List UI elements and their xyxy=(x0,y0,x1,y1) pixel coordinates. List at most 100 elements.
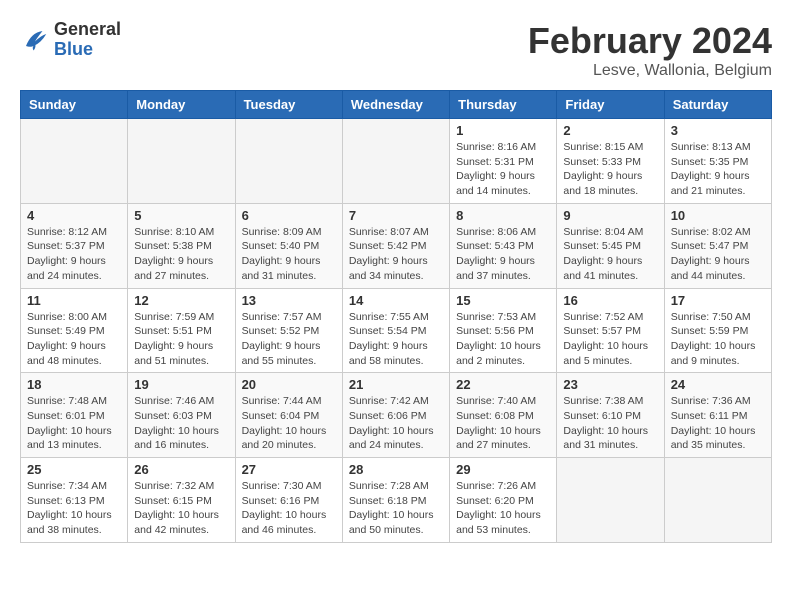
day-info: Sunrise: 7:32 AM Sunset: 6:15 PM Dayligh… xyxy=(134,479,228,538)
day-info: Sunrise: 7:38 AM Sunset: 6:10 PM Dayligh… xyxy=(563,394,657,453)
day-info: Sunrise: 8:06 AM Sunset: 5:43 PM Dayligh… xyxy=(456,225,550,284)
calendar-cell: 11Sunrise: 8:00 AM Sunset: 5:49 PM Dayli… xyxy=(21,288,128,373)
calendar-cell xyxy=(342,119,449,204)
calendar-cell: 2 Sunrise: 8:15 AM Sunset: 5:33 PM Daylig… xyxy=(557,119,664,204)
logo-text: General Blue xyxy=(54,20,121,60)
day-info: Sunrise: 7:30 AM Sunset: 6:16 PM Dayligh… xyxy=(242,479,336,538)
calendar-cell: 7Sunrise: 8:07 AM Sunset: 5:42 PM Daylig… xyxy=(342,203,449,288)
day-info: Sunrise: 7:52 AM Sunset: 5:57 PM Dayligh… xyxy=(563,310,657,369)
calendar-cell: 18 Sunrise: 7:48 AM Sunset: 6:01 PM Dayli… xyxy=(21,373,128,458)
location-subtitle: Lesve, Wallonia, Belgium xyxy=(528,62,772,80)
weekday-header-sunday: Sunday xyxy=(21,91,128,119)
day-number: 28 xyxy=(349,462,443,477)
day-info: Sunrise: 7:53 AM Sunset: 5:56 PM Dayligh… xyxy=(456,310,550,369)
calendar-cell: 1 Sunrise: 8:16 AM Sunset: 5:31 PM Daylig… xyxy=(450,119,557,204)
calendar-cell xyxy=(128,119,235,204)
day-number: 25 xyxy=(27,462,121,477)
calendar-cell: 4 Sunrise: 8:12 AM Sunset: 5:37 PM Daylig… xyxy=(21,203,128,288)
calendar-cell xyxy=(235,119,342,204)
weekday-header-thursday: Thursday xyxy=(450,91,557,119)
day-number: 23 xyxy=(563,377,657,392)
day-number: 16 xyxy=(563,293,657,308)
day-number: 2 xyxy=(563,123,657,138)
day-info: Sunrise: 7:57 AM Sunset: 5:52 PM Dayligh… xyxy=(242,310,336,369)
day-number: 29 xyxy=(456,462,550,477)
day-number: 18 xyxy=(27,377,121,392)
day-info: Sunrise: 7:50 AM Sunset: 5:59 PM Dayligh… xyxy=(671,310,765,369)
title-section: February 2024 Lesve, Wallonia, Belgium xyxy=(528,20,772,80)
day-info: Sunrise: 8:09 AM Sunset: 5:40 PM Dayligh… xyxy=(242,225,336,284)
day-info: Sunrise: 7:34 AM Sunset: 6:13 PM Dayligh… xyxy=(27,479,121,538)
day-info: Sunrise: 8:10 AM Sunset: 5:38 PM Dayligh… xyxy=(134,225,228,284)
day-info: Sunrise: 8:12 AM Sunset: 5:37 PM Dayligh… xyxy=(27,225,121,284)
day-info: Sunrise: 8:15 AM Sunset: 5:33 PM Dayligh… xyxy=(563,140,657,199)
calendar-cell: 19Sunrise: 7:46 AM Sunset: 6:03 PM Dayli… xyxy=(128,373,235,458)
day-info: Sunrise: 7:42 AM Sunset: 6:06 PM Dayligh… xyxy=(349,394,443,453)
logo-bird-icon xyxy=(20,25,50,55)
calendar-week-row: 11Sunrise: 8:00 AM Sunset: 5:49 PM Dayli… xyxy=(21,288,772,373)
day-number: 21 xyxy=(349,377,443,392)
calendar-cell: 15Sunrise: 7:53 AM Sunset: 5:56 PM Dayli… xyxy=(450,288,557,373)
weekday-header-friday: Friday xyxy=(557,91,664,119)
weekday-header-tuesday: Tuesday xyxy=(235,91,342,119)
day-number: 27 xyxy=(242,462,336,477)
logo: General Blue xyxy=(20,20,121,60)
day-info: Sunrise: 7:36 AM Sunset: 6:11 PM Dayligh… xyxy=(671,394,765,453)
calendar-cell: 14Sunrise: 7:55 AM Sunset: 5:54 PM Dayli… xyxy=(342,288,449,373)
page-header: General Blue February 2024 Lesve, Wallon… xyxy=(20,20,772,80)
calendar-cell: 26 Sunrise: 7:32 AM Sunset: 6:15 PM Dayli… xyxy=(128,458,235,543)
calendar-cell: 23 Sunrise: 7:38 AM Sunset: 6:10 PM Dayli… xyxy=(557,373,664,458)
calendar-cell: 5 Sunrise: 8:10 AM Sunset: 5:38 PM Daylig… xyxy=(128,203,235,288)
weekday-header-row: SundayMondayTuesdayWednesdayThursdayFrid… xyxy=(21,91,772,119)
day-number: 24 xyxy=(671,377,765,392)
calendar-cell: 28Sunrise: 7:28 AM Sunset: 6:18 PM Dayli… xyxy=(342,458,449,543)
calendar-cell: 17 Sunrise: 7:50 AM Sunset: 5:59 PM Dayli… xyxy=(664,288,771,373)
calendar-cell: 25 Sunrise: 7:34 AM Sunset: 6:13 PM Dayli… xyxy=(21,458,128,543)
day-info: Sunrise: 8:16 AM Sunset: 5:31 PM Dayligh… xyxy=(456,140,550,199)
day-number: 19 xyxy=(134,377,228,392)
calendar-cell: 3Sunrise: 8:13 AM Sunset: 5:35 PM Daylig… xyxy=(664,119,771,204)
day-info: Sunrise: 8:04 AM Sunset: 5:45 PM Dayligh… xyxy=(563,225,657,284)
calendar-cell: 29 Sunrise: 7:26 AM Sunset: 6:20 PM Dayli… xyxy=(450,458,557,543)
calendar-cell: 10Sunrise: 8:02 AM Sunset: 5:47 PM Dayli… xyxy=(664,203,771,288)
day-number: 17 xyxy=(671,293,765,308)
calendar-cell: 16 Sunrise: 7:52 AM Sunset: 5:57 PM Dayli… xyxy=(557,288,664,373)
day-number: 4 xyxy=(27,208,121,223)
day-number: 13 xyxy=(242,293,336,308)
calendar-cell: 12Sunrise: 7:59 AM Sunset: 5:51 PM Dayli… xyxy=(128,288,235,373)
calendar-cell xyxy=(664,458,771,543)
day-number: 1 xyxy=(456,123,550,138)
calendar-cell: 13 Sunrise: 7:57 AM Sunset: 5:52 PM Dayli… xyxy=(235,288,342,373)
day-number: 26 xyxy=(134,462,228,477)
weekday-header-monday: Monday xyxy=(128,91,235,119)
calendar-week-row: 25 Sunrise: 7:34 AM Sunset: 6:13 PM Dayli… xyxy=(21,458,772,543)
calendar-table: SundayMondayTuesdayWednesdayThursdayFrid… xyxy=(20,90,772,543)
calendar-cell xyxy=(557,458,664,543)
day-number: 11 xyxy=(27,293,121,308)
calendar-cell: 21 Sunrise: 7:42 AM Sunset: 6:06 PM Dayli… xyxy=(342,373,449,458)
day-info: Sunrise: 7:40 AM Sunset: 6:08 PM Dayligh… xyxy=(456,394,550,453)
calendar-header: SundayMondayTuesdayWednesdayThursdayFrid… xyxy=(21,91,772,119)
day-info: Sunrise: 7:26 AM Sunset: 6:20 PM Dayligh… xyxy=(456,479,550,538)
calendar-cell: 27 Sunrise: 7:30 AM Sunset: 6:16 PM Dayli… xyxy=(235,458,342,543)
day-number: 22 xyxy=(456,377,550,392)
calendar-week-row: 1 Sunrise: 8:16 AM Sunset: 5:31 PM Daylig… xyxy=(21,119,772,204)
calendar-cell: 8Sunrise: 8:06 AM Sunset: 5:43 PM Daylig… xyxy=(450,203,557,288)
calendar-week-row: 18 Sunrise: 7:48 AM Sunset: 6:01 PM Dayli… xyxy=(21,373,772,458)
day-number: 5 xyxy=(134,208,228,223)
calendar-cell: 9 Sunrise: 8:04 AM Sunset: 5:45 PM Daylig… xyxy=(557,203,664,288)
weekday-header-saturday: Saturday xyxy=(664,91,771,119)
day-info: Sunrise: 8:07 AM Sunset: 5:42 PM Dayligh… xyxy=(349,225,443,284)
day-number: 9 xyxy=(563,208,657,223)
day-number: 14 xyxy=(349,293,443,308)
calendar-body: 1 Sunrise: 8:16 AM Sunset: 5:31 PM Daylig… xyxy=(21,119,772,543)
day-number: 10 xyxy=(671,208,765,223)
weekday-header-wednesday: Wednesday xyxy=(342,91,449,119)
logo-general: General xyxy=(54,20,121,40)
day-info: Sunrise: 7:44 AM Sunset: 6:04 PM Dayligh… xyxy=(242,394,336,453)
calendar-cell xyxy=(21,119,128,204)
calendar-cell: 24 Sunrise: 7:36 AM Sunset: 6:11 PM Dayli… xyxy=(664,373,771,458)
calendar-week-row: 4 Sunrise: 8:12 AM Sunset: 5:37 PM Daylig… xyxy=(21,203,772,288)
day-number: 3 xyxy=(671,123,765,138)
day-info: Sunrise: 7:48 AM Sunset: 6:01 PM Dayligh… xyxy=(27,394,121,453)
